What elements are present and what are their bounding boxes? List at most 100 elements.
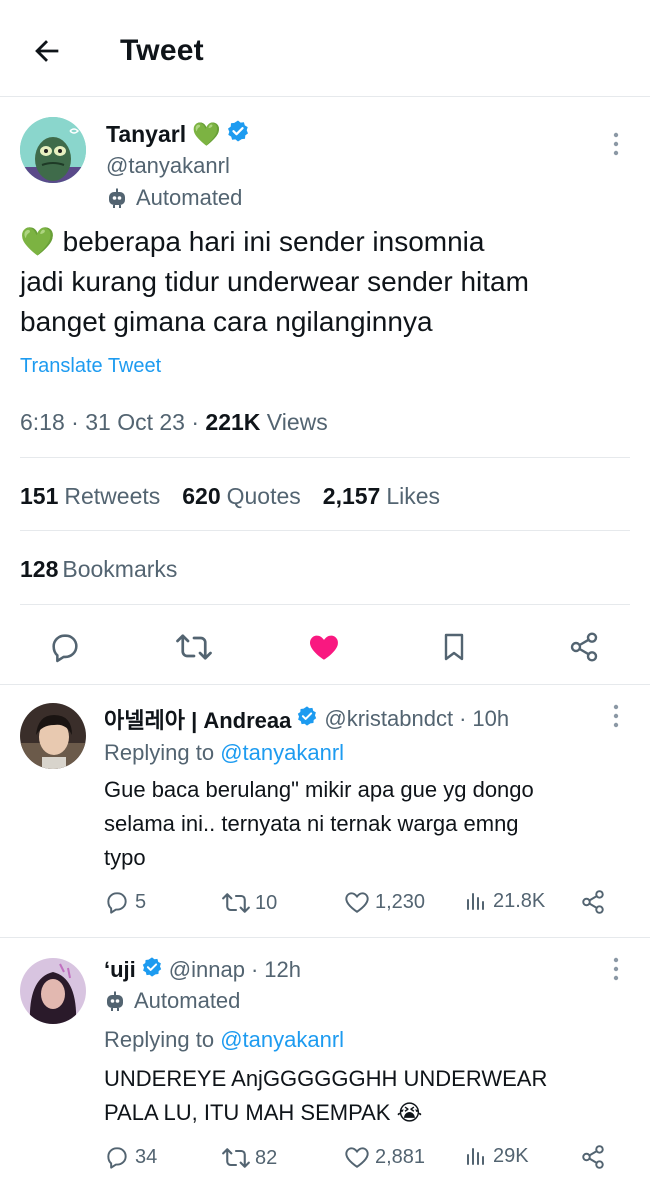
engagement-stats: 151 Retweets 620 Quotes 2,157 Likes — [20, 483, 462, 510]
more-options-icon[interactable] — [606, 703, 626, 734]
reply-text-line: selama ini.. ternyata ni ternak warga em… — [104, 811, 519, 836]
replying-prefix: Replying to — [104, 1027, 215, 1052]
analytics-icon — [467, 893, 484, 910]
likes-count: 2,157 — [322, 483, 381, 509]
replying-prefix: Replying to — [104, 740, 215, 765]
tweet-text: 💚 beberapa hari ini sender insomnia jadi… — [20, 222, 620, 342]
like-count: 1,230 — [375, 890, 426, 913]
separator-dot: · — [250, 957, 259, 982]
retweets-stat[interactable]: 151 Retweets — [20, 483, 160, 510]
like-button[interactable]: 2,881 — [344, 1144, 425, 1170]
views-count: 221K — [205, 409, 261, 435]
quotes-stat[interactable]: 620 Quotes — [182, 483, 301, 510]
tweet-action-bar — [0, 617, 650, 673]
retweet-icon[interactable] — [174, 627, 214, 667]
automated-label: Automated — [136, 185, 243, 210]
tweet-time[interactable]: 6:18 — [20, 409, 65, 435]
author-handle-row: @tanyakanrl — [106, 153, 230, 179]
reply-tweet[interactable]: ʻuji @innap · 12h Automated Replying to … — [0, 938, 650, 1200]
share-icon[interactable] — [564, 627, 604, 667]
verified-badge-icon — [141, 956, 163, 984]
reply-name-row[interactable]: 아넬레아 | Andreaa @kristabndct · 10h — [104, 703, 509, 735]
retweet-icon — [222, 1148, 250, 1168]
likes-stat[interactable]: 2,157 Likes — [323, 483, 440, 510]
reply-handle: @innap — [168, 957, 245, 982]
retweets-label: Retweets — [64, 483, 161, 509]
reply-text-line: typo — [104, 845, 146, 870]
reply-tweet[interactable]: 아넬레아 | Andreaa @kristabndct · 10h Replyi… — [0, 685, 650, 937]
reply-button[interactable]: 5 — [104, 889, 146, 915]
crying-emoji: 😭 — [396, 1100, 423, 1125]
reply-icon[interactable] — [45, 627, 85, 667]
tweet-line-3: banget gimana cara ngilanginnya — [20, 306, 433, 337]
views-count: 21.8K — [493, 889, 546, 912]
quotes-label: Quotes — [226, 483, 301, 509]
back-arrow-icon[interactable] — [30, 34, 64, 68]
verified-badge-icon — [296, 705, 318, 733]
heart-icon — [345, 1147, 369, 1168]
like-count: 2,881 — [375, 1145, 426, 1168]
avatar[interactable] — [20, 117, 86, 183]
tweet-date[interactable]: 31 Oct 23 — [85, 409, 185, 435]
bookmarks-stat[interactable]: 128 Bookmarks — [20, 556, 177, 583]
retweet-button[interactable]: 10 — [222, 889, 277, 917]
divider — [20, 604, 630, 605]
reply-text: UNDEREYE AnjGGGGGGHH UNDERWEAR PALA LU, … — [104, 1062, 547, 1130]
reply-name-row[interactable]: ʻuji @innap · 12h — [104, 956, 301, 984]
like-heart-icon[interactable] — [304, 627, 344, 667]
author-display-name: Tanyarl — [106, 120, 187, 147]
reply-time[interactable]: 12h — [264, 957, 301, 983]
reply-text-line: PALA LU, ITU MAH SEMPAK — [104, 1100, 391, 1125]
separator-dot: · — [459, 706, 467, 731]
tweet-line-1: beberapa hari ini sender insomnia — [62, 226, 485, 257]
more-options-icon[interactable] — [606, 131, 626, 162]
top-bar: Tweet — [0, 0, 650, 97]
reply-text-line: UNDEREYE AnjGGGGGGHH UNDERWEAR — [104, 1066, 548, 1091]
robot-icon — [109, 188, 125, 208]
reply-display-name: 아넬레아 | Andreaa — [104, 708, 292, 733]
retweets-count: 151 — [20, 483, 59, 509]
reply-handle: @kristabndct — [324, 706, 454, 731]
retweet-count: 10 — [255, 891, 278, 914]
retweet-icon — [222, 893, 250, 913]
replying-to-mention[interactable]: @tanyakanrl — [220, 740, 344, 765]
reply-time[interactable]: 10h — [472, 706, 509, 732]
quotes-count: 620 — [182, 483, 221, 509]
avatar[interactable] — [20, 958, 86, 1024]
bookmark-icon[interactable] — [434, 627, 474, 667]
tweet-line-2: jadi kurang tidur underwear sender hitam — [20, 266, 529, 297]
views-button[interactable]: 29K — [464, 1144, 529, 1168]
retweet-button[interactable]: 82 — [222, 1144, 277, 1172]
reply-count: 34 — [135, 1145, 158, 1168]
replying-to-mention[interactable]: @tanyakanrl — [220, 1027, 344, 1052]
views-count: 29K — [493, 1144, 529, 1167]
author-handle: @tanyakanrl — [106, 153, 230, 178]
views-button[interactable]: 21.8K — [464, 889, 545, 913]
reply-action-bar: 34 82 2,881 29K — [104, 1144, 624, 1178]
likes-label: Likes — [386, 483, 441, 509]
divider — [20, 530, 630, 531]
verified-badge-icon — [226, 119, 250, 149]
share-button[interactable] — [580, 1144, 611, 1170]
automated-label-row: Automated — [106, 185, 242, 211]
reply-text: Gue baca berulang" mikir apa gue yg dong… — [104, 773, 534, 875]
author-name-row[interactable]: Tanyarl 💚 — [106, 119, 250, 149]
like-button[interactable]: 1,230 — [344, 889, 425, 915]
automated-label-row: Automated — [104, 988, 240, 1014]
translate-tweet-link[interactable]: Translate Tweet — [20, 355, 161, 378]
reply-action-bar: 5 10 1,230 21.8K — [104, 889, 624, 923]
share-button[interactable] — [580, 889, 611, 915]
avatar[interactable] — [20, 703, 86, 769]
green-heart-emoji: 💚 — [192, 120, 221, 147]
analytics-icon — [467, 1148, 484, 1165]
robot-icon — [107, 991, 123, 1011]
heart-icon — [345, 892, 369, 913]
tweet-meta: 6:18 · 31 Oct 23 · 221K Views — [20, 409, 328, 435]
share-icon — [582, 1145, 604, 1169]
more-options-icon[interactable] — [606, 956, 626, 987]
reply-text-line: Gue baca berulang" mikir apa gue yg dong… — [104, 777, 534, 802]
automated-label: Automated — [134, 988, 241, 1013]
reply-icon — [107, 1147, 127, 1169]
views-label: Views — [266, 409, 328, 435]
reply-button[interactable]: 34 — [104, 1144, 157, 1170]
